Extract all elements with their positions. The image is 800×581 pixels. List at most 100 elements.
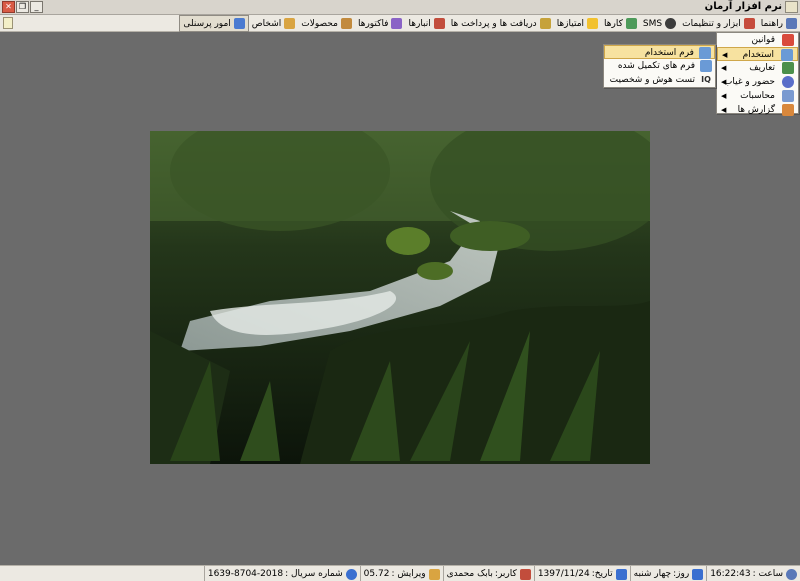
menu-label: فاکتورها [357,18,389,29]
money-bag-icon [539,18,551,29]
menu-warehouses[interactable]: انبارها [405,15,447,32]
status-user: کاربر: بابک محمدی [442,566,534,581]
menu-label: اشخاص [251,18,282,29]
dropdown-item-definitions[interactable]: تعاریف ◀ [717,61,798,75]
time-value: 16:22:43 [710,569,751,579]
menu-invoices[interactable]: فاکتورها [355,15,406,32]
menu-label: ابزار و تنظیمات [682,18,741,29]
dropdown-label: محاسبات [740,91,775,101]
globe-icon [345,568,357,580]
date-value: 1397/11/24 [537,569,590,579]
menu-label: امتیازها [556,18,585,29]
date-label: تاریخ: [591,569,613,579]
form-icon [699,47,711,59]
dropdown-label: گزارش ها [737,105,775,115]
dropdown-item-attendance[interactable]: حضور و غیاب ◀ [717,75,798,89]
submenu-arrow-icon: ◀ [721,64,727,72]
close-button[interactable]: ✕ [2,1,15,13]
clock-icon [782,76,794,88]
calendar-day-icon [692,568,704,580]
pencil-icon [428,568,440,580]
hiring-submenu: فرم استخدام فرم های تکمیل شده IQ تست هوش … [603,44,716,88]
status-version: ویرایش :05.72 [359,566,443,581]
dropdown-item-calculations[interactable]: محاسبات ◀ [717,89,798,103]
menu-bar: امور پرسنلی اشخاص محصولات فاکتورها انبار… [0,15,800,32]
menu-tasks[interactable]: کارها [601,15,640,32]
rainforest-stream-image [150,131,650,464]
user-label: کاربر: [494,569,517,579]
iq-test-icon: IQ [701,75,711,84]
menu-points[interactable]: امتیازها [554,15,601,32]
day-label: روز: [673,569,690,579]
menu-label: امور پرسنلی [183,18,231,29]
menu-label: محصولات [301,18,338,29]
report-chart-icon [782,104,794,116]
users-icon [519,568,531,580]
clock-icon [786,568,797,580]
dropdown-label: حضور و غیاب [723,77,775,87]
calculator-icon [782,90,794,102]
tools-icon [743,18,755,29]
warehouse-icon [433,18,445,29]
background-photo [150,131,650,464]
submenu-label: فرم استخدام [644,48,694,58]
title-bar: نرم افزار آرمان ✕ ❐ _ [0,0,800,15]
menu-label: راهنما [760,18,783,29]
star-icon [587,18,599,29]
submenu-arrow-icon: ◀ [721,106,727,114]
personnel-dropdown: قوانین استخدام ◀ تعاریف ◀ حضور و غیاب ◀ محا… [716,32,799,117]
menu-items: امور پرسنلی اشخاص محصولات فاکتورها انبار… [179,15,800,32]
submenu-arrow-icon: ◀ [721,78,727,86]
forms-done-icon [700,60,712,72]
menu-persons[interactable]: اشخاص [249,15,298,32]
dropdown-item-hiring[interactable]: استخدام ◀ [717,47,798,61]
status-bar: شماره سریال :1639-8704-2018 ویرایش :05.7… [0,565,800,581]
menu-products[interactable]: محصولات [298,15,355,32]
restore-button[interactable]: ❐ [16,1,29,13]
calendar-icon [615,568,627,580]
dropdown-label: تعاریف [749,63,775,73]
menu-tools[interactable]: ابزار و تنظیمات [679,15,758,32]
document-icon[interactable] [3,17,13,29]
submenu-label: فرم های تکمیل شده [617,61,695,71]
app-icon [785,1,798,13]
submenu-item-hiring-form[interactable]: فرم استخدام [604,45,715,59]
dropdown-item-rules[interactable]: قوانین [717,33,798,47]
submenu-item-iq-test[interactable]: IQ تست هوش و شخصیت [604,73,715,87]
day-value: چهار شنبه [633,569,672,579]
submenu-label: تست هوش و شخصیت [609,75,695,85]
time-label: ساعت : [752,569,783,579]
version-value: 05.72 [363,569,390,579]
serial-value: 1639-8704-2018 [207,569,284,579]
minimize-button[interactable]: _ [30,1,43,13]
serial-label: شماره سریال : [285,569,343,579]
dropdown-label: قوانین [751,35,775,45]
invoice-icon [391,18,403,29]
status-serial: شماره سریال :1639-8704-2018 [203,566,360,581]
status-items: شماره سریال :1639-8704-2018 ویرایش :05.7… [203,566,800,581]
box-icon [340,18,352,29]
people-icon [233,18,245,29]
submenu-arrow-icon: ◀ [722,51,728,59]
window-title: نرم افزار آرمان [704,1,782,12]
status-time: ساعت :16:22:43 [706,566,800,581]
menu-label: دریافت ها و پرداخت ها [450,18,537,29]
menu-help[interactable]: راهنما [758,15,800,32]
status-day: روز: چهار شنبه [629,566,707,581]
person-icon [284,18,296,29]
menu-sms[interactable]: SMS [640,15,679,32]
dropdown-item-reports[interactable]: گزارش ها ◀ [717,103,798,117]
menu-label: کارها [604,18,623,29]
submenu-arrow-icon: ◀ [721,92,727,100]
menu-personnel[interactable]: امور پرسنلی [179,15,249,32]
menu-label: SMS [642,18,663,29]
definitions-icon [782,62,794,74]
version-label: ویرایش : [391,569,426,579]
tasks-icon [625,18,637,29]
menu-payments[interactable]: دریافت ها و پرداخت ها [448,15,554,32]
user-value: بابک محمدی [446,569,493,579]
rules-icon [782,34,794,46]
chat-icon [665,18,677,29]
help-icon [786,18,797,29]
submenu-item-completed-forms[interactable]: فرم های تکمیل شده [604,59,715,73]
